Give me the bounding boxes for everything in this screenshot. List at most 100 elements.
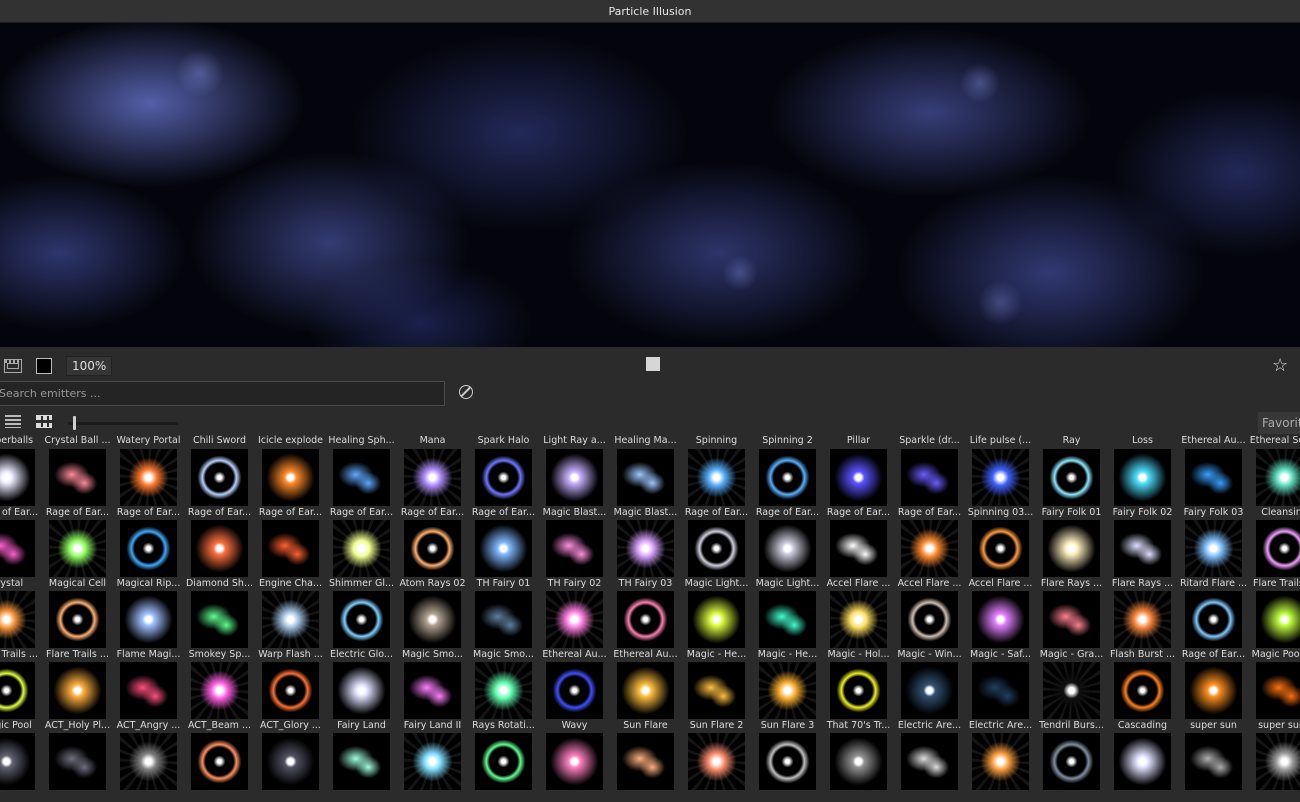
emitter-tile[interactable]: Electric Glo... — [326, 589, 397, 660]
emitter-thumbnail[interactable] — [404, 662, 461, 719]
emitter-tile[interactable]: Ritard Flare ... — [1178, 518, 1249, 589]
emitter-tile[interactable]: Flash Burst ... — [1107, 589, 1178, 660]
stop-button[interactable] — [646, 357, 660, 371]
emitter-tile[interactable]: Rage of Ear... — [326, 447, 397, 518]
emitter-thumbnail[interactable] — [1114, 449, 1171, 506]
emitter-thumbnail[interactable] — [972, 662, 1029, 719]
emitter-tile[interactable] — [42, 731, 113, 802]
emitter-tile[interactable]: Rays Rotati... — [468, 660, 539, 731]
emitter-tile[interactable]: Flare Rays ... — [1107, 518, 1178, 589]
emitter-thumbnail[interactable] — [0, 520, 35, 577]
emitter-thumbnail[interactable] — [688, 520, 745, 577]
emitter-thumbnail[interactable] — [120, 591, 177, 648]
emitter-tile[interactable]: Rage of Ear... — [468, 447, 539, 518]
emitter-thumbnail[interactable] — [404, 591, 461, 648]
emitter-tile[interactable]: Electric Are... — [894, 660, 965, 731]
emitter-thumbnail[interactable] — [546, 662, 603, 719]
emitter-tile[interactable]: Rage of Ear... — [894, 447, 965, 518]
emitter-tile[interactable]: Fairy Land — [326, 660, 397, 731]
emitter-tile[interactable]: Magical Cell — [42, 518, 113, 589]
list-view-icon[interactable] — [5, 415, 21, 428]
emitter-tile[interactable]: Fairy Folk 01 — [1036, 447, 1107, 518]
emitter-tile[interactable]: Tendril Burs... — [1036, 660, 1107, 731]
emitter-thumbnail[interactable] — [1256, 591, 1300, 648]
emitter-thumbnail[interactable] — [901, 733, 958, 790]
emitter-tile[interactable]: Rage of Ear... — [42, 447, 113, 518]
emitter-thumbnail[interactable] — [333, 520, 390, 577]
emitter-tile[interactable]: Magic - Gra... — [1036, 589, 1107, 660]
emitter-tile[interactable]: Magic Pool — [0, 660, 42, 731]
emitter-tile[interactable] — [1036, 731, 1107, 802]
emitter-tile[interactable]: Magic - He... — [681, 589, 752, 660]
emitter-thumbnail[interactable] — [688, 662, 745, 719]
emitter-thumbnail[interactable] — [1256, 662, 1300, 719]
emitter-tile[interactable]: Magic Pool 01 — [1249, 589, 1300, 660]
emitter-thumbnail[interactable] — [546, 591, 603, 648]
emitter-tile[interactable]: Atom Rays 02 — [397, 518, 468, 589]
emitter-tile[interactable]: Rage of Ear... — [1178, 589, 1249, 660]
emitter-tile[interactable]: Flare Trails ... — [0, 589, 42, 660]
emitter-thumbnail[interactable] — [1185, 591, 1242, 648]
emitter-tile[interactable]: ACT_Glory ... — [255, 660, 326, 731]
emitter-thumbnail[interactable] — [830, 662, 887, 719]
emitter-tile[interactable] — [0, 731, 42, 802]
emitter-thumbnail[interactable] — [972, 591, 1029, 648]
emitter-thumbnail[interactable] — [901, 520, 958, 577]
emitter-thumbnail[interactable] — [1185, 733, 1242, 790]
emitter-tile[interactable]: Sun Flare 2 — [681, 660, 752, 731]
emitter-tile[interactable] — [1107, 731, 1178, 802]
emitter-thumbnail[interactable] — [404, 733, 461, 790]
emitter-thumbnail[interactable] — [830, 520, 887, 577]
emitter-tile[interactable]: Electric Are... — [965, 660, 1036, 731]
emitter-thumbnail[interactable] — [49, 591, 106, 648]
emitter-thumbnail[interactable] — [191, 733, 248, 790]
emitter-thumbnail[interactable] — [475, 662, 532, 719]
emitter-tile[interactable]: Diamond Sh... — [184, 518, 255, 589]
emitter-thumbnail[interactable] — [262, 520, 319, 577]
emitter-thumbnail[interactable] — [120, 520, 177, 577]
emitter-tile[interactable] — [610, 731, 681, 802]
emitter-tile[interactable] — [326, 731, 397, 802]
emitter-thumbnail[interactable] — [1256, 520, 1300, 577]
emitter-tile[interactable] — [539, 731, 610, 802]
emitter-tile[interactable]: Sun Flare 3 — [752, 660, 823, 731]
star-icon[interactable]: ☆ — [1272, 356, 1288, 376]
grid-view-icon[interactable] — [36, 415, 52, 428]
emitter-thumbnail[interactable] — [262, 662, 319, 719]
emitter-thumbnail[interactable] — [49, 449, 106, 506]
emitter-thumbnail[interactable] — [546, 520, 603, 577]
emitter-thumbnail[interactable] — [49, 520, 106, 577]
emitter-tile[interactable]: Accel Flare ... — [823, 518, 894, 589]
emitter-tile[interactable]: Smokey Sp... — [184, 589, 255, 660]
emitter-thumbnail[interactable] — [1185, 662, 1242, 719]
emitter-thumbnail[interactable] — [759, 591, 816, 648]
emitter-tile[interactable]: TH Fairy 03 — [610, 518, 681, 589]
emitter-thumbnail[interactable] — [0, 662, 35, 719]
emitter-tile[interactable] — [184, 731, 255, 802]
emitter-thumbnail[interactable] — [1114, 733, 1171, 790]
emitter-tile[interactable]: ACT_Angry ... — [113, 660, 184, 731]
emitter-tile[interactable] — [752, 731, 823, 802]
emitter-thumbnail[interactable] — [759, 733, 816, 790]
emitter-thumbnail[interactable] — [901, 449, 958, 506]
emitter-thumbnail[interactable] — [1185, 520, 1242, 577]
emitter-tile[interactable]: Wavy — [539, 660, 610, 731]
emitter-tile[interactable]: That 70's Tr... — [823, 660, 894, 731]
emitter-thumbnail[interactable] — [688, 449, 745, 506]
emitter-tile[interactable]: Rage of Ear... — [752, 447, 823, 518]
emitter-thumbnail[interactable] — [617, 520, 674, 577]
emitter-thumbnail[interactable] — [262, 591, 319, 648]
emitter-tile[interactable]: TH Fairy 01 — [468, 518, 539, 589]
emitter-thumbnail[interactable] — [475, 591, 532, 648]
emitter-tile[interactable] — [823, 731, 894, 802]
emitter-tile[interactable]: Rage of Ear... — [255, 447, 326, 518]
emitter-tile[interactable]: Cleansing — [1249, 447, 1300, 518]
emitter-tile[interactable]: super sun2 — [1249, 660, 1300, 731]
emitter-thumbnail[interactable] — [830, 591, 887, 648]
emitter-thumbnail[interactable] — [0, 733, 35, 790]
emitter-tile[interactable]: Magic - Saf... — [965, 589, 1036, 660]
emitter-thumbnail[interactable] — [1043, 733, 1100, 790]
emitter-tile[interactable]: Flare Trails ... — [42, 589, 113, 660]
emitter-tile[interactable]: Flare Trails ... — [1249, 518, 1300, 589]
emitter-tile[interactable]: Cascading — [1107, 660, 1178, 731]
